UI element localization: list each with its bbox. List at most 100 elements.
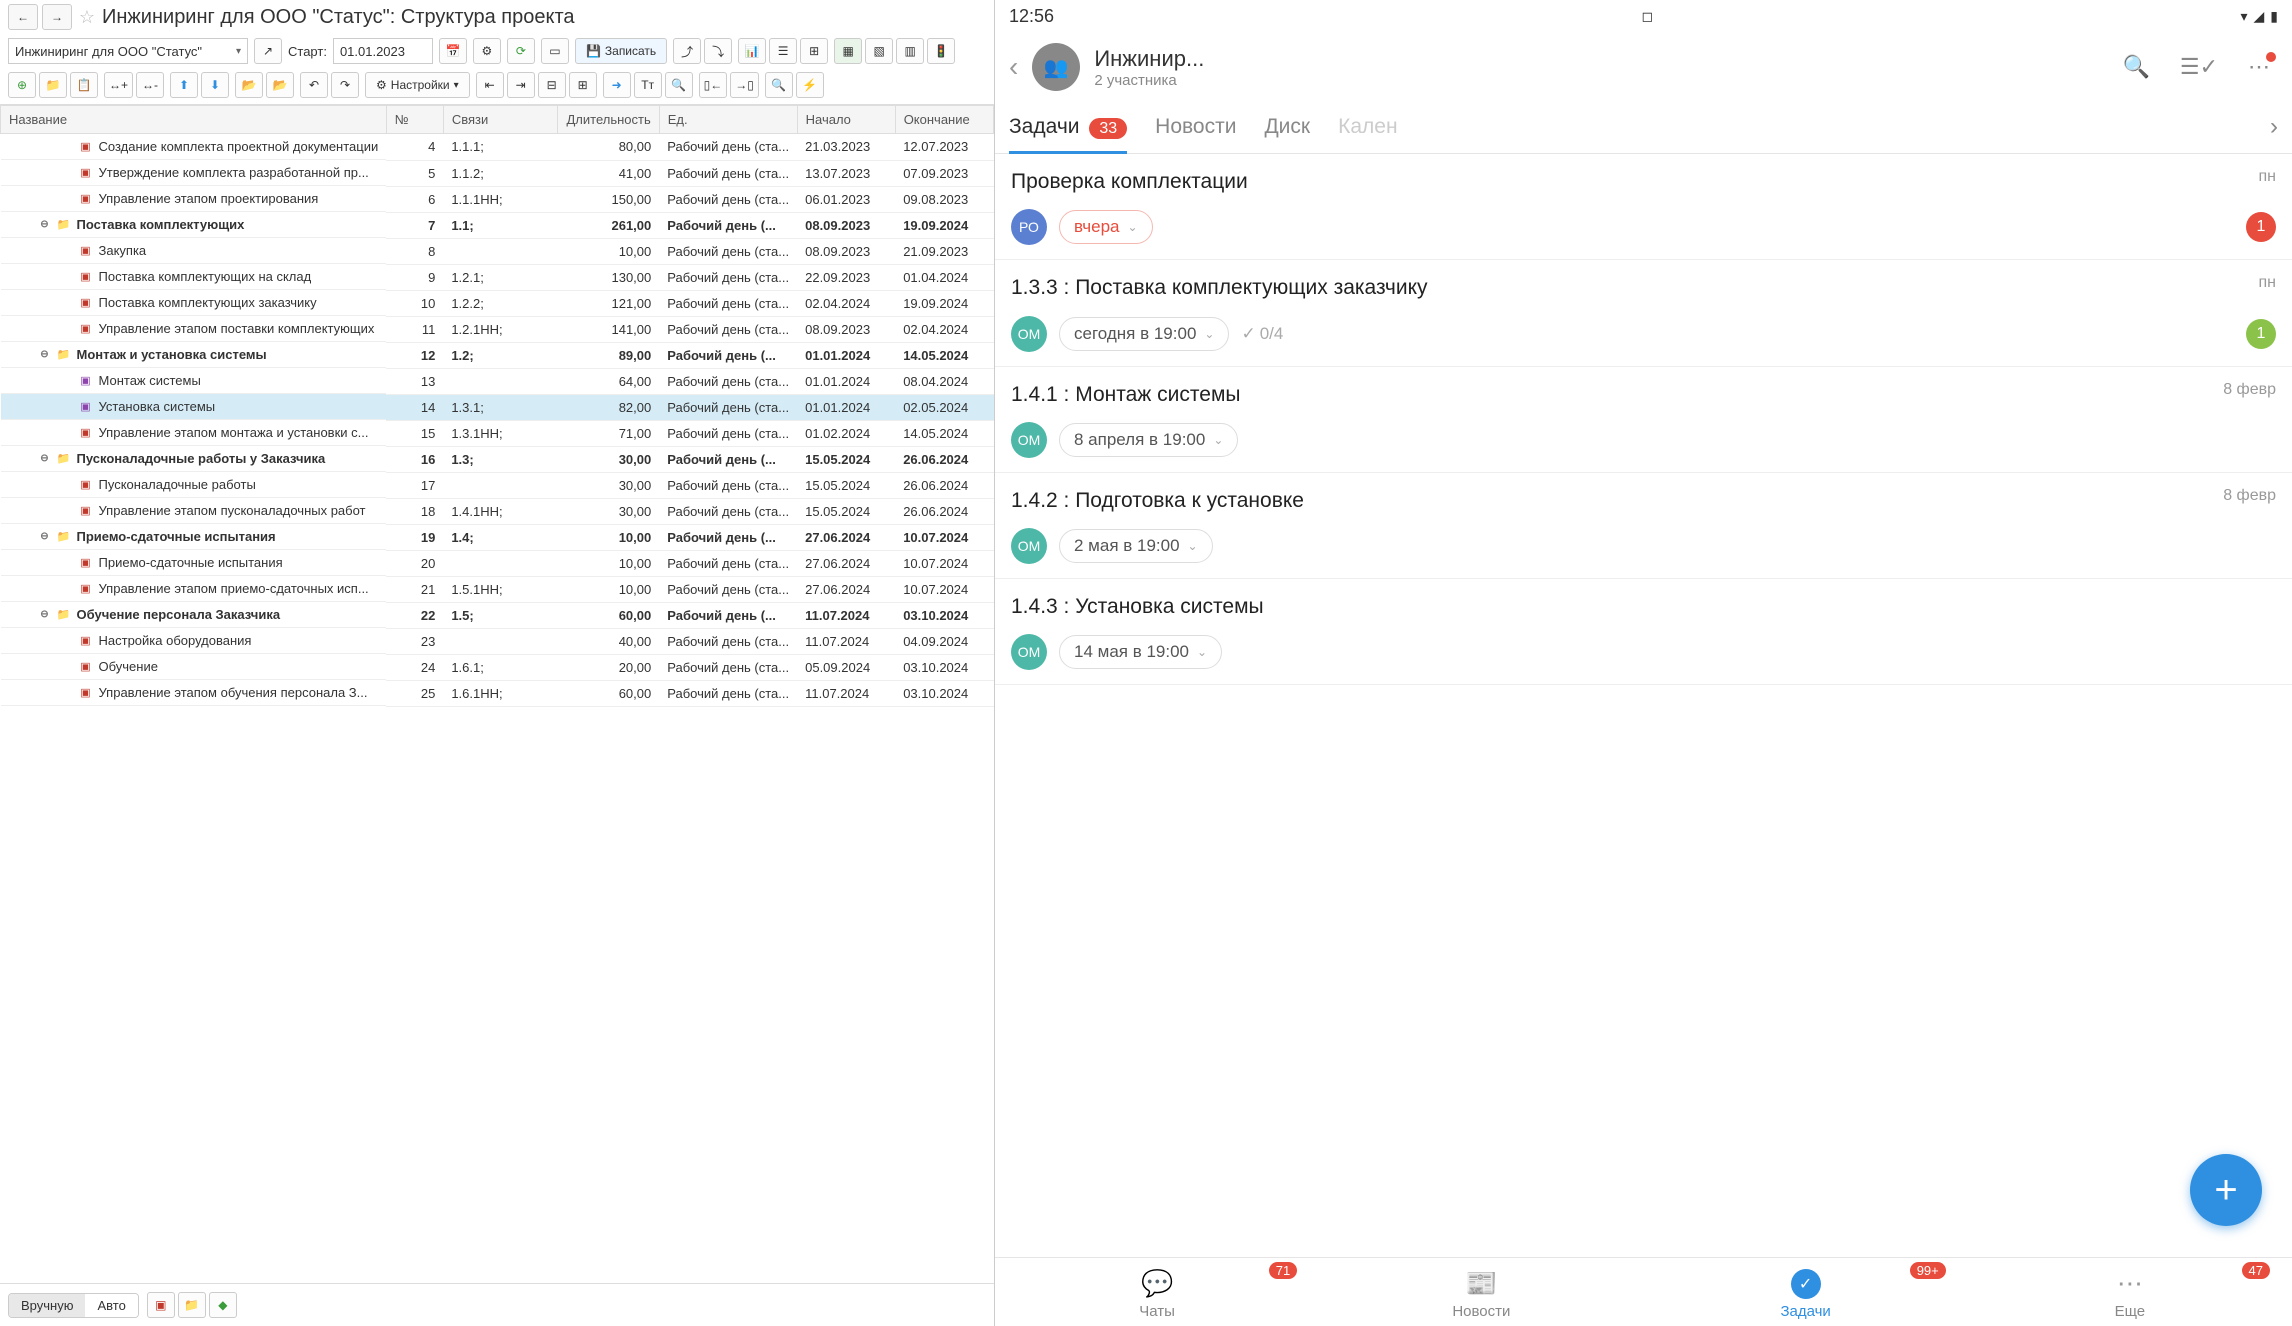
- list-item[interactable]: 1.4.3 : Установка системы ОМ 14 мая в 19…: [995, 579, 2292, 685]
- tree-toggle[interactable]: ⊖: [39, 453, 51, 464]
- table-row[interactable]: ▣ Настройка оборудования 23 40,00 Рабочи…: [1, 628, 994, 654]
- tree-button[interactable]: ⊞: [800, 38, 828, 64]
- indent-right-button[interactable]: ⇥: [507, 72, 535, 98]
- table-row[interactable]: ▣ Приемо-сдаточные испытания 20 10,00 Ра…: [1, 550, 994, 576]
- tab-news[interactable]: Новости: [1155, 101, 1236, 153]
- link-remove-button[interactable]: ↔-: [136, 72, 164, 98]
- filter-icon[interactable]: ☰✓: [2172, 54, 2226, 80]
- table-row[interactable]: ⊖ 📁 Монтаж и установка системы 12 1.2; 8…: [1, 342, 994, 368]
- tree-toggle[interactable]: ⊖: [39, 349, 51, 360]
- export-button[interactable]: ⤴: [673, 38, 701, 64]
- calendar-button[interactable]: 📅: [439, 38, 467, 64]
- add-folder-button[interactable]: 📁: [39, 72, 67, 98]
- due-chip[interactable]: 2 мая в 19:00 ⌄: [1059, 529, 1213, 563]
- table-row[interactable]: ▣ Управление этапом пусконаладочных рабо…: [1, 498, 994, 524]
- table-row[interactable]: ▣ Создание комплекта проектной документа…: [1, 134, 994, 161]
- refresh-button[interactable]: ⟳: [507, 38, 535, 64]
- favorite-star-icon[interactable]: ☆: [76, 6, 98, 28]
- folder-down-button[interactable]: 📂: [266, 72, 294, 98]
- table-row[interactable]: ⊖ 📁 Обучение персонала Заказчика 22 1.5;…: [1, 602, 994, 628]
- expand-button[interactable]: ⊞: [569, 72, 597, 98]
- card-button[interactable]: ▭: [541, 38, 569, 64]
- assignee-avatar[interactable]: ОМ: [1011, 634, 1047, 670]
- footer-milestone-button[interactable]: ◆: [209, 1292, 237, 1318]
- due-chip[interactable]: 8 апреля в 19:00 ⌄: [1059, 423, 1238, 457]
- table-row[interactable]: ▣ Управление этапом поставки комплектующ…: [1, 316, 994, 342]
- nav-chats[interactable]: 71 💬 Чаты: [995, 1258, 1319, 1326]
- col-start[interactable]: Начало: [797, 106, 895, 134]
- table-row[interactable]: ▣ Управление этапом приемо-сдаточных исп…: [1, 576, 994, 602]
- table-row[interactable]: ▣ Установка системы 14 1.3.1; 82,00 Рабо…: [1, 394, 994, 420]
- due-chip[interactable]: 14 мая в 19:00 ⌄: [1059, 635, 1222, 669]
- save-button[interactable]: 💾 Записать: [575, 38, 667, 64]
- list-item[interactable]: Проверка комплектации пн РО вчера ⌄1: [995, 154, 2292, 260]
- auto-mode-button[interactable]: Авто: [85, 1294, 137, 1317]
- table-row[interactable]: ▣ Поставка комплектующих заказчику 10 1.…: [1, 290, 994, 316]
- tab-tasks[interactable]: Задачи 33: [1009, 101, 1127, 153]
- fab-add-button[interactable]: +: [2190, 1154, 2262, 1226]
- gantt-right-button[interactable]: →▯: [730, 72, 759, 98]
- tab-calendar[interactable]: Кален: [1338, 101, 1397, 153]
- schedule-mode-toggle[interactable]: Вручную Авто: [8, 1293, 139, 1318]
- view3-button[interactable]: ▥: [896, 38, 924, 64]
- share-button[interactable]: ⚙: [473, 38, 501, 64]
- nav-back-button[interactable]: ←: [8, 4, 38, 30]
- footer-task-button[interactable]: ▣: [147, 1292, 175, 1318]
- folder-up-button[interactable]: 📂: [235, 72, 263, 98]
- view1-button[interactable]: ▦: [834, 38, 862, 64]
- col-end[interactable]: Окончание: [895, 106, 993, 134]
- table-row[interactable]: ▣ Управление этапом проектирования 6 1.1…: [1, 186, 994, 212]
- tree-toggle[interactable]: ⊖: [39, 609, 51, 620]
- footer-folder-button[interactable]: 📁: [178, 1292, 206, 1318]
- zoom-button[interactable]: 🔍: [665, 72, 693, 98]
- move-up-button[interactable]: ⬆: [170, 72, 198, 98]
- add-button[interactable]: ⊕: [8, 72, 36, 98]
- indent-left-button[interactable]: ⇤: [476, 72, 504, 98]
- back-button[interactable]: ‹: [1009, 51, 1018, 83]
- table-row[interactable]: ▣ Управление этапом обучения персонала З…: [1, 680, 994, 706]
- assignee-avatar[interactable]: ОМ: [1011, 316, 1047, 352]
- assignee-avatar[interactable]: ОМ: [1011, 528, 1047, 564]
- table-row[interactable]: ⊖ 📁 Поставка комплектующих 7 1.1; 261,00…: [1, 212, 994, 238]
- table-row[interactable]: ⊖ 📁 Приемо-сдаточные испытания 19 1.4; 1…: [1, 524, 994, 550]
- table-row[interactable]: ⊖ 📁 Пусконаладочные работы у Заказчика 1…: [1, 446, 994, 472]
- import-button[interactable]: ⤵: [704, 38, 732, 64]
- nav-forward-button[interactable]: →: [42, 4, 72, 30]
- more-icon[interactable]: ⋯: [2240, 54, 2278, 80]
- table-row[interactable]: ▣ Утверждение комплекта разработанной пр…: [1, 160, 994, 186]
- view2-button[interactable]: ▧: [865, 38, 893, 64]
- table-row[interactable]: ▣ Поставка комплектующих на склад 9 1.2.…: [1, 264, 994, 290]
- redo-button[interactable]: ↷: [331, 72, 359, 98]
- link-add-button[interactable]: ↔+: [104, 72, 133, 98]
- due-chip[interactable]: вчера ⌄: [1059, 210, 1153, 244]
- filter-button[interactable]: ⚡: [796, 72, 824, 98]
- search-button[interactable]: 🔍: [765, 72, 793, 98]
- search-icon[interactable]: 🔍: [2114, 54, 2157, 80]
- assignee-avatar[interactable]: ОМ: [1011, 422, 1047, 458]
- text-button[interactable]: Тт: [634, 72, 662, 98]
- manual-mode-button[interactable]: Вручную: [9, 1294, 85, 1317]
- col-name[interactable]: Название: [1, 106, 387, 134]
- hierarchy-button[interactable]: ☰: [769, 38, 797, 64]
- assignee-avatar[interactable]: РО: [1011, 209, 1047, 245]
- chart-button[interactable]: 📊: [738, 38, 766, 64]
- tab-disk[interactable]: Диск: [1264, 101, 1310, 153]
- start-date-field[interactable]: 01.01.2023: [333, 38, 433, 64]
- list-item[interactable]: 1.4.2 : Подготовка к установке 8 февр ОМ…: [995, 473, 2292, 579]
- tree-toggle[interactable]: ⊖: [39, 531, 51, 542]
- list-item[interactable]: 1.3.3 : Поставка комплектующих заказчику…: [995, 260, 2292, 366]
- list-item[interactable]: 1.4.1 : Монтаж системы 8 февр ОМ 8 апрел…: [995, 367, 2292, 473]
- nav-more[interactable]: 47 ⋯ Еще: [1968, 1258, 2292, 1326]
- undo-button[interactable]: ↶: [300, 72, 328, 98]
- due-chip[interactable]: сегодня в 19:00 ⌄: [1059, 317, 1229, 351]
- move-down-button[interactable]: ⬇: [201, 72, 229, 98]
- open-button[interactable]: ↗: [254, 38, 282, 64]
- col-links[interactable]: Связи: [443, 106, 558, 134]
- gantt-left-button[interactable]: ▯←: [699, 72, 728, 98]
- col-unit[interactable]: Ед.: [659, 106, 797, 134]
- table-row[interactable]: ▣ Монтаж системы 13 64,00 Рабочий день (…: [1, 368, 994, 394]
- copy-button[interactable]: 📋: [70, 72, 98, 98]
- col-num[interactable]: №: [386, 106, 443, 134]
- project-select[interactable]: Инжиниринг для ООО "Статус": [8, 38, 248, 64]
- settings-button[interactable]: ⚙ Настройки ▾: [365, 72, 470, 98]
